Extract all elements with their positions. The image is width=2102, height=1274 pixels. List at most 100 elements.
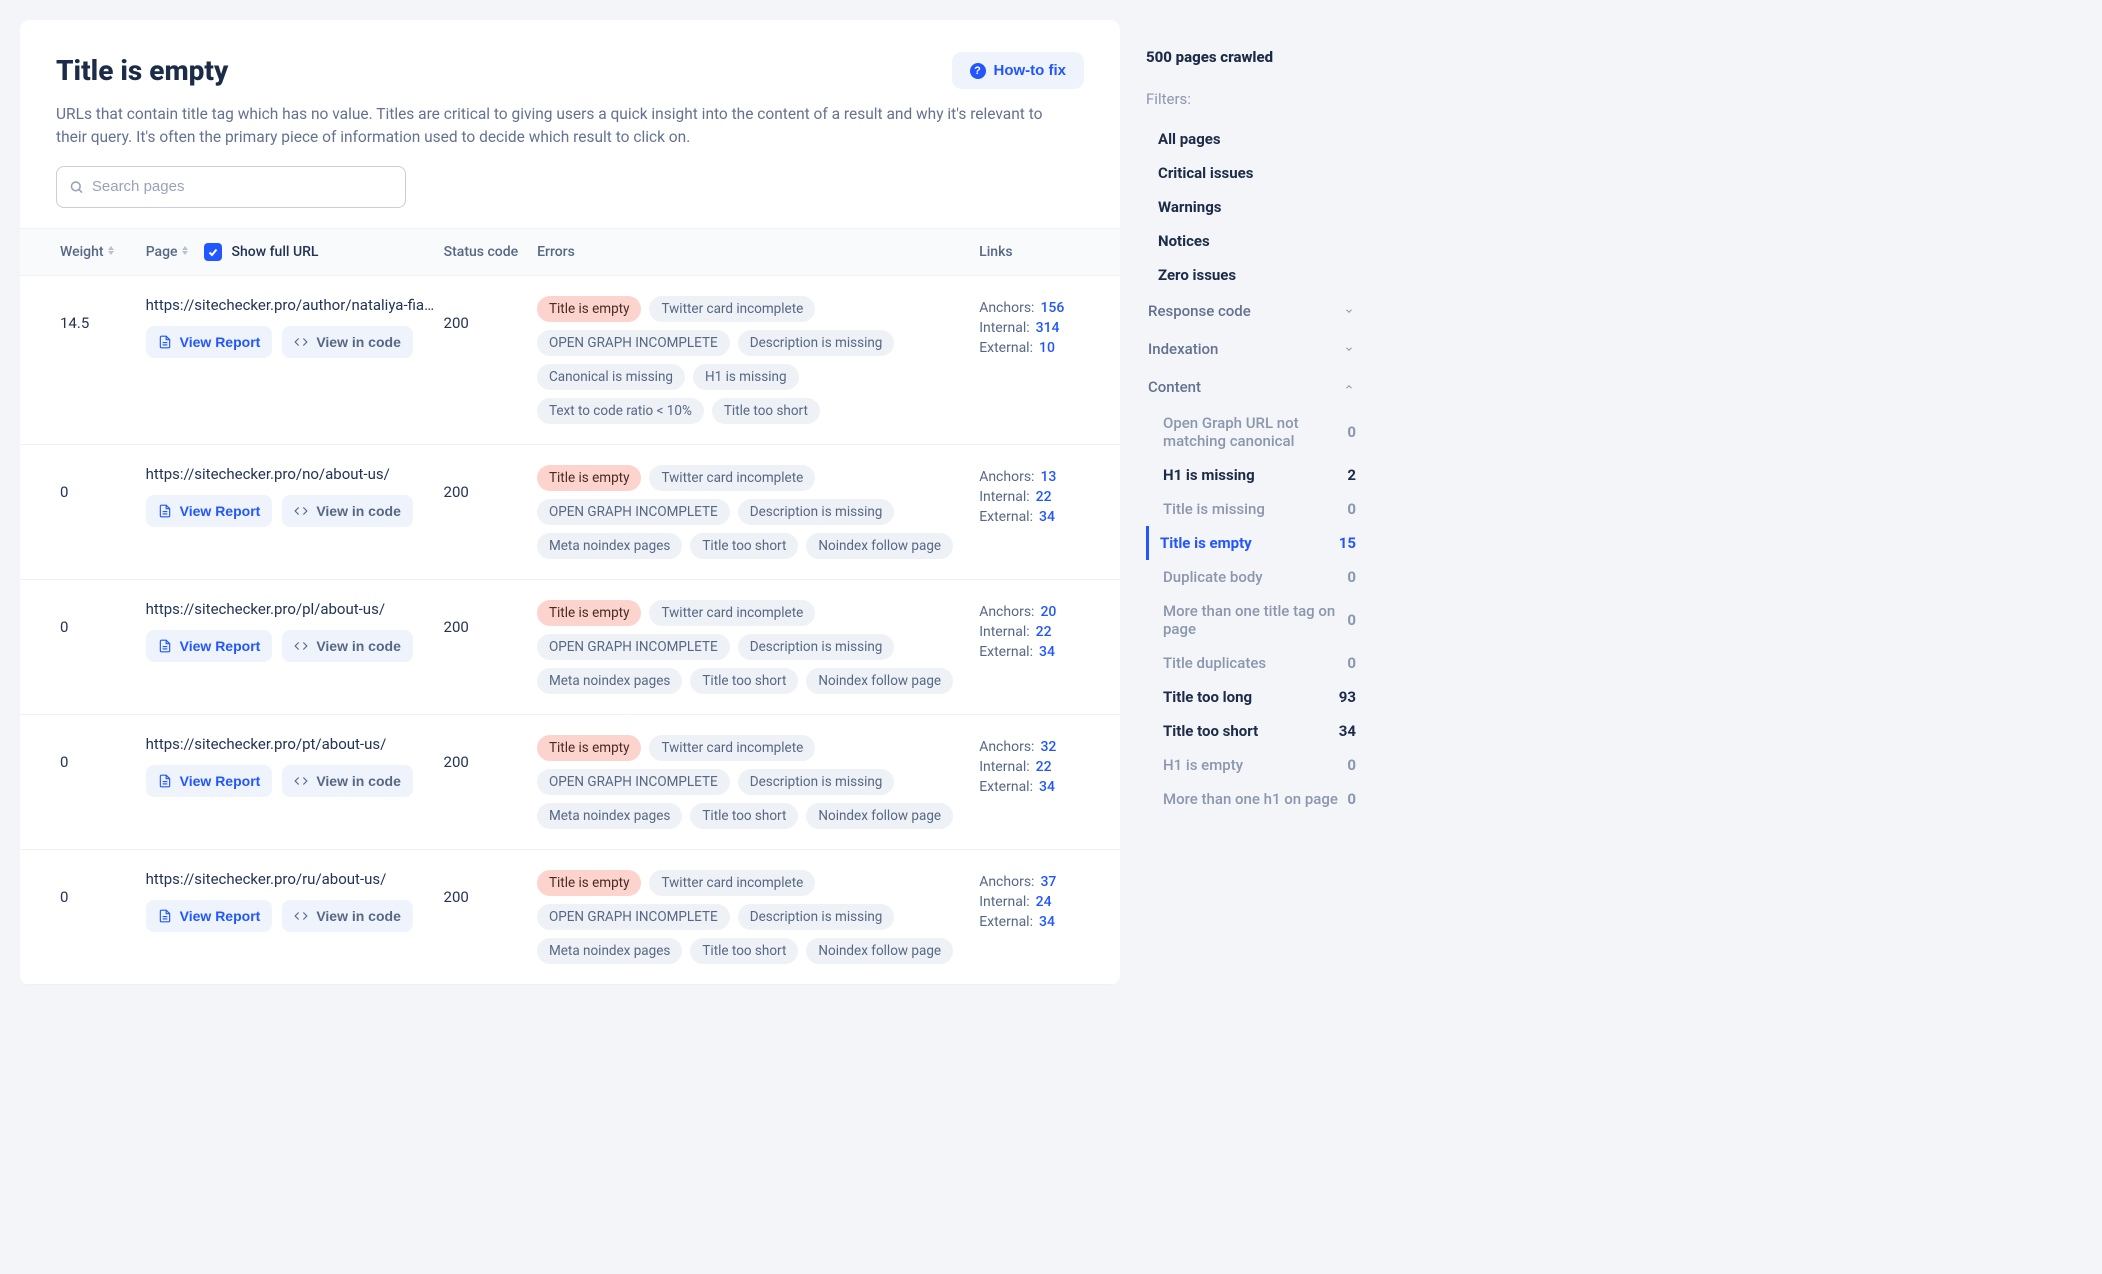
error-tag[interactable]: Title is empty [537,870,642,896]
error-tag[interactable]: Meta noindex pages [537,533,682,559]
view-report-button[interactable]: View Report [146,900,273,932]
internal-value[interactable]: 24 [1036,894,1052,910]
sidebar-content-filter[interactable]: Title is empty15 [1146,526,1360,560]
sidebar-top-filter[interactable]: Zero issues [1146,258,1360,292]
sidebar-top-filter[interactable]: All pages [1146,122,1360,156]
page-url[interactable]: https://sitechecker.pro/ru/about-us/ [146,870,436,888]
error-tag[interactable]: Title is empty [537,735,642,761]
error-tag[interactable]: Title is empty [537,296,642,322]
anchors-label: Anchors: [979,739,1034,755]
error-tag[interactable]: OPEN GRAPH INCOMPLETE [537,499,730,525]
internal-value[interactable]: 22 [1036,489,1052,505]
section-content[interactable]: Content [1146,368,1360,406]
sidebar-content-filter[interactable]: Title too long93 [1146,680,1360,714]
error-tag[interactable]: Title too short [690,668,798,694]
error-tag[interactable]: Title too short [690,803,798,829]
col-page-sort[interactable]: Page [146,244,190,260]
view-in-code-button[interactable]: View in code [282,765,413,797]
view-in-code-button[interactable]: View in code [282,630,413,662]
external-label: External: [979,914,1033,930]
error-tag[interactable]: Noindex follow page [806,803,953,829]
error-tag[interactable]: Twitter card incomplete [649,296,815,322]
sidebar-top-filter[interactable]: Critical issues [1146,156,1360,190]
error-tag[interactable]: Title too short [712,398,820,424]
sidebar-content-filter[interactable]: More than one title tag on page0 [1146,594,1360,646]
cell-links: Anchors:13 Internal:22 External:34 [979,465,1096,525]
sidebar-top-filter[interactable]: Notices [1146,224,1360,258]
external-value[interactable]: 34 [1039,644,1055,660]
external-value[interactable]: 34 [1039,914,1055,930]
section-indexation[interactable]: Indexation [1146,330,1360,368]
error-tag[interactable]: OPEN GRAPH INCOMPLETE [537,769,730,795]
sidebar-content-filter[interactable]: Title too short34 [1146,714,1360,748]
col-status-header[interactable]: Status code [444,244,537,260]
error-tag[interactable]: Description is missing [738,499,895,525]
col-page-label: Page [146,244,178,260]
external-value[interactable]: 34 [1039,779,1055,795]
internal-value[interactable]: 22 [1036,759,1052,775]
error-tag[interactable]: Meta noindex pages [537,803,682,829]
internal-value[interactable]: 22 [1036,624,1052,640]
sidebar-content-filter[interactable]: Title is missing0 [1146,492,1360,526]
external-value[interactable]: 34 [1039,509,1055,525]
anchors-value[interactable]: 37 [1040,874,1056,890]
error-tag[interactable]: Title is empty [537,465,642,491]
error-tag[interactable]: Noindex follow page [806,668,953,694]
anchors-value[interactable]: 20 [1040,604,1056,620]
sidebar-top-filter[interactable]: Warnings [1146,190,1360,224]
error-tag[interactable]: Description is missing [738,769,895,795]
internal-value[interactable]: 314 [1036,320,1060,336]
error-tag[interactable]: Twitter card incomplete [649,600,815,626]
view-in-code-button[interactable]: View in code [282,900,413,932]
table-row: 14.5 https://sitechecker.pro/author/nata… [20,276,1120,445]
show-full-url-checkbox[interactable] [204,243,222,261]
page-url[interactable]: https://sitechecker.pro/pt/about-us/ [146,735,436,753]
anchors-value[interactable]: 32 [1040,739,1056,755]
error-tag[interactable]: Noindex follow page [806,533,953,559]
view-report-button[interactable]: View Report [146,630,273,662]
view-report-button[interactable]: View Report [146,495,273,527]
error-tag[interactable]: Meta noindex pages [537,668,682,694]
sidebar-content-filter[interactable]: Title duplicates0 [1146,646,1360,680]
anchors-value[interactable]: 13 [1040,469,1056,485]
error-tag[interactable]: Twitter card incomplete [649,870,815,896]
view-in-code-button[interactable]: View in code [282,326,413,358]
page-url[interactable]: https://sitechecker.pro/author/nataliya-… [146,296,436,314]
search-input[interactable] [92,178,393,195]
error-tag[interactable]: Description is missing [738,904,895,930]
error-tag[interactable]: OPEN GRAPH INCOMPLETE [537,330,730,356]
error-tag[interactable]: Noindex follow page [806,938,953,964]
howto-fix-button[interactable]: ? How-to fix [952,52,1085,89]
error-tag[interactable]: Description is missing [738,330,895,356]
sidebar-content-filter[interactable]: Duplicate body0 [1146,560,1360,594]
anchors-value[interactable]: 156 [1040,300,1064,316]
error-tag[interactable]: Title is empty [537,600,642,626]
view-report-button[interactable]: View Report [146,326,273,358]
col-weight-header[interactable]: Weight [60,244,146,260]
filter-count: 0 [1347,611,1356,629]
search-box[interactable] [56,166,406,208]
error-tag[interactable]: Text to code ratio < 10% [537,398,704,424]
error-tag[interactable]: H1 is missing [693,364,799,390]
sidebar-content-filter[interactable]: Open Graph URL not matching canonical0 [1146,406,1360,458]
error-tag[interactable]: Description is missing [738,634,895,660]
error-tag[interactable]: OPEN GRAPH INCOMPLETE [537,634,730,660]
view-in-code-button[interactable]: View in code [282,495,413,527]
error-tag[interactable]: Title too short [690,938,798,964]
page-url[interactable]: https://sitechecker.pro/pl/about-us/ [146,600,436,618]
error-tag[interactable]: Meta noindex pages [537,938,682,964]
external-value[interactable]: 10 [1039,340,1055,356]
anchors-label: Anchors: [979,469,1034,485]
error-tag[interactable]: OPEN GRAPH INCOMPLETE [537,904,730,930]
error-tag[interactable]: Canonical is missing [537,364,685,390]
section-response-code[interactable]: Response code [1146,292,1360,330]
page-url[interactable]: https://sitechecker.pro/no/about-us/ [146,465,436,483]
error-tag[interactable]: Twitter card incomplete [649,465,815,491]
error-tag[interactable]: Title too short [690,533,798,559]
error-tag[interactable]: Twitter card incomplete [649,735,815,761]
sidebar-content-filter[interactable]: More than one h1 on page0 [1146,782,1360,816]
sidebar-content-filter[interactable]: H1 is missing2 [1146,458,1360,492]
view-report-button[interactable]: View Report [146,765,273,797]
cell-errors: Title is empty Twitter card incomplete OPE… [537,600,979,694]
sidebar-content-filter[interactable]: H1 is empty0 [1146,748,1360,782]
